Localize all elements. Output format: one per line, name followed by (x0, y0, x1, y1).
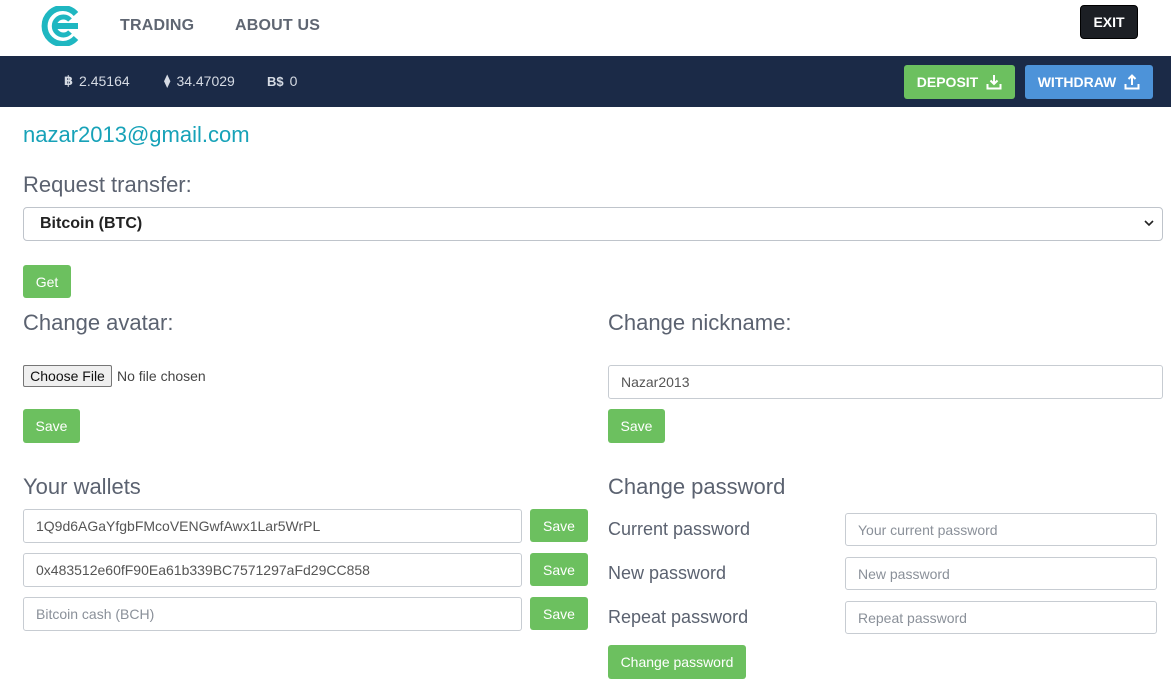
your-wallets-heading: Your wallets (23, 474, 141, 499)
change-avatar-heading: Change avatar: (23, 310, 174, 335)
save-wallet-eth-button[interactable]: Save (530, 553, 588, 586)
change-nickname-heading: Change nickname: (608, 310, 792, 335)
cex-logo-icon[interactable] (38, 5, 80, 47)
new-password-input[interactable]: New password (845, 557, 1157, 590)
bitcoin-icon: ฿ (64, 73, 74, 88)
repeat-password-label: Repeat password (608, 607, 749, 627)
save-nickname-button[interactable]: Save (608, 409, 665, 443)
currency-select[interactable]: Bitcoin (BTC) (23, 207, 1163, 241)
new-password-label: New password (608, 563, 727, 583)
save-wallet-btc-button[interactable]: Save (530, 509, 588, 542)
user-email: nazar2013@gmail.com (23, 122, 250, 147)
upload-icon (1124, 74, 1140, 90)
save-wallet-bch-button[interactable]: Save (530, 597, 588, 630)
nav-link-trading[interactable]: TRADING (120, 17, 194, 35)
wallet-bch-input[interactable]: Bitcoin cash (BCH) (23, 597, 522, 631)
choose-file-button[interactable]: Choose File (23, 365, 112, 387)
balance-bch: B$ 0 (267, 73, 297, 89)
download-icon (986, 75, 1002, 90)
file-status-text: No file chosen (117, 368, 206, 384)
nav-link-about-us[interactable]: ABOUT US (235, 17, 320, 35)
balance-bar: ฿ 2.45164 ⧫ 34.47029 B$ 0 DEPOSIT WITHDR… (0, 56, 1171, 107)
wallet-btc-input[interactable]: 1Q9d6AGaYfgbFMcoVENGwfAwx1Lar5WrPL (23, 509, 522, 543)
currency-select-value: Bitcoin (BTC) (40, 215, 143, 232)
change-password-button[interactable]: Change password (608, 645, 746, 679)
balance-eth-value: 34.47029 (176, 73, 235, 89)
save-avatar-button[interactable]: Save (23, 409, 80, 443)
repeat-password-input[interactable]: Repeat password (845, 601, 1157, 634)
balance-btc: ฿ 2.45164 (64, 73, 130, 89)
change-password-heading: Change password (608, 474, 786, 499)
request-transfer-heading: Request transfer: (23, 172, 192, 197)
exit-button[interactable]: EXIT (1080, 5, 1138, 39)
current-password-input[interactable]: Your current password (845, 513, 1157, 546)
balance-btc-value: 2.45164 (79, 73, 130, 89)
deposit-label: DEPOSIT (916, 74, 979, 90)
withdraw-label: WITHDRAW (1037, 74, 1117, 90)
ethereum-icon: ⧫ (164, 73, 171, 88)
balance-eth: ⧫ 34.47029 (164, 73, 235, 89)
chevron-down-icon (1144, 220, 1154, 227)
top-navbar: TRADING ABOUT US EXIT (0, 0, 1171, 56)
withdraw-button[interactable]: WITHDRAW (1025, 65, 1153, 99)
nickname-input[interactable]: Nazar2013 (608, 365, 1163, 399)
current-password-label: Current password (608, 519, 751, 539)
balance-bch-value: 0 (289, 73, 298, 89)
deposit-button[interactable]: DEPOSIT (904, 65, 1015, 99)
wallet-eth-input[interactable]: 0x483512e60fF90Ea61b339BC7571297aFd29CC8… (23, 553, 522, 587)
get-button[interactable]: Get (23, 265, 71, 298)
bitcoin-cash-icon: B$ (267, 73, 284, 89)
